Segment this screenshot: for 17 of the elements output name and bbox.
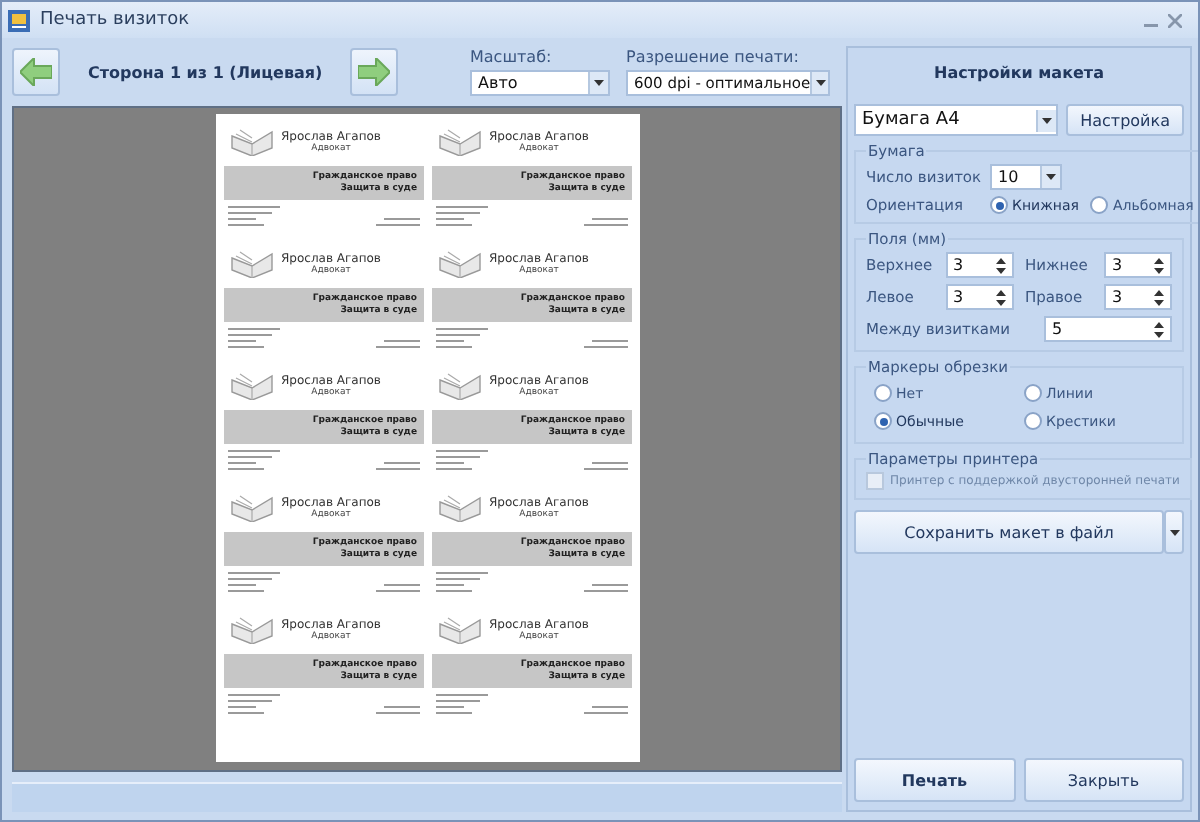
panel-title: Настройки макета [932, 62, 1106, 86]
gap-spinner[interactable]: 5 [1044, 316, 1172, 342]
scale-label: Масштаб: [470, 48, 554, 66]
margin-spinner[interactable]: 3 [945, 252, 1013, 278]
resolution-label: Разрешение печати: [626, 48, 801, 66]
close-button[interactable]: Закрыть [1023, 758, 1184, 802]
margin-spinner[interactable]: 3 [1104, 284, 1172, 310]
page-label: Сторона 1 из 1 (Лицевая) [88, 63, 323, 81]
window-title: Печать визиток [40, 10, 190, 30]
paper-dropdown[interactable]: Бумага А4 [854, 104, 1059, 136]
margin-spinner[interactable]: 3 [1104, 252, 1172, 278]
count-dropdown[interactable]: 10 [990, 164, 1062, 190]
scale-dropdown[interactable]: Авто [470, 70, 610, 96]
setup-button[interactable]: Настройка [1066, 104, 1184, 136]
save-layout-button[interactable]: Сохранить макет в файл [854, 510, 1164, 554]
margin-spinner[interactable]: 3 [945, 284, 1013, 310]
print-button[interactable]: Печать [854, 758, 1015, 802]
